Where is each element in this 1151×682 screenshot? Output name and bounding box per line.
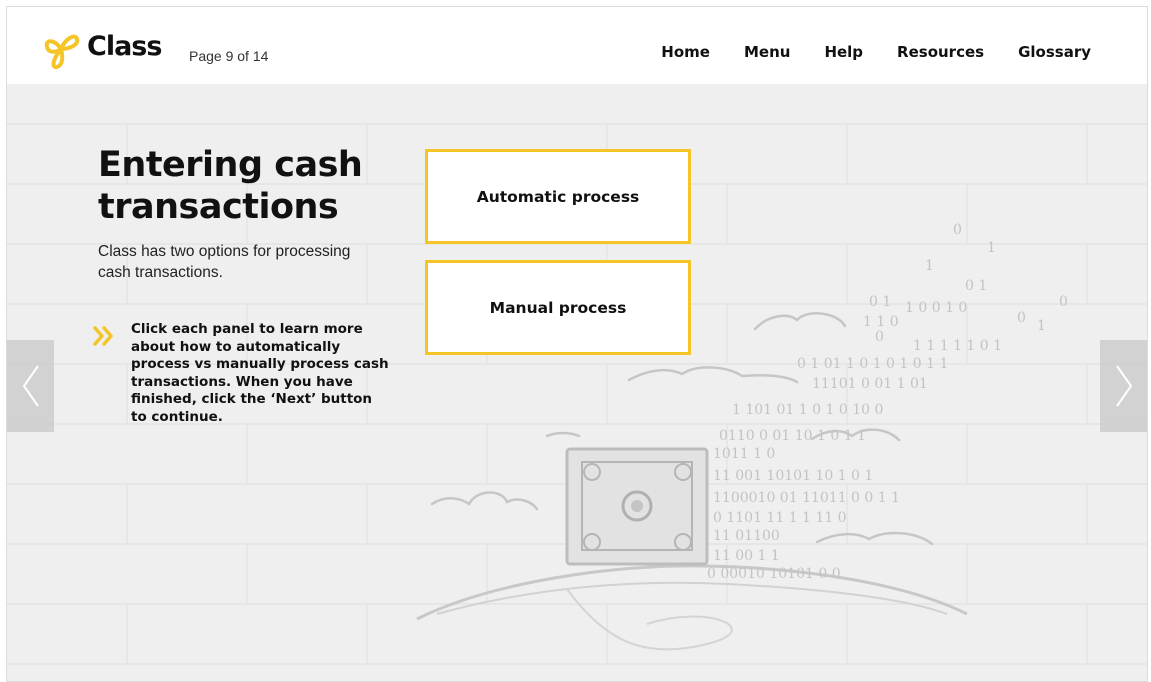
nav-home[interactable]: Home — [661, 43, 710, 61]
binary-digits: 1 0 0 1 0 — [905, 300, 967, 316]
manual-process-panel[interactable]: Manual process — [425, 260, 691, 355]
instruction-text: Click each panel to learn more about how… — [131, 321, 389, 425]
binary-digits: 0 — [1059, 294, 1068, 310]
binary-digits: 0 — [875, 329, 884, 345]
binary-digits: 0110 0 01 10 1 0 1 1 — [719, 428, 866, 444]
nav-resources[interactable]: Resources — [897, 43, 984, 61]
class-logo-icon — [44, 34, 80, 70]
nav-help[interactable]: Help — [824, 43, 863, 61]
binary-digits: 1 — [925, 258, 934, 274]
top-nav: Home Menu Help Resources Glossary — [627, 43, 1091, 61]
logo-text: Class — [87, 30, 162, 62]
manual-process-label: Manual process — [489, 298, 627, 317]
binary-digits: 0 1 — [965, 278, 987, 294]
binary-digits: 0 1101 11 1 1 11 0 — [713, 510, 847, 526]
double-chevron-right-icon — [93, 326, 113, 346]
page-indicator: Page 9 of 14 — [189, 48, 269, 64]
nav-menu[interactable]: Menu — [744, 43, 790, 61]
binary-digits: 0 1 01 1 0 1 0 1 0 1 1 — [797, 356, 948, 372]
automatic-process-panel[interactable]: Automatic process — [425, 149, 691, 244]
binary-digits: 11 001 10101 10 1 0 1 — [713, 468, 873, 484]
binary-digits: 1 — [1037, 318, 1046, 334]
binary-digits: 1 1 1 1 1 0 1 — [913, 338, 1002, 354]
automatic-process-label: Automatic process — [476, 187, 640, 206]
chevron-right-icon — [1115, 365, 1132, 407]
chevron-left-icon — [22, 365, 39, 407]
binary-digits: 0 — [953, 222, 962, 238]
binary-digits: 0 00010 10101 0 0 — [707, 566, 841, 582]
binary-digits: 1 1 0 — [863, 314, 899, 330]
binary-digits: 11 00 1 1 — [713, 548, 780, 564]
previous-button[interactable] — [7, 340, 54, 432]
class-logo: Class — [41, 27, 162, 71]
binary-digits: 1011 1 0 — [713, 446, 775, 462]
binary-digits: 0 — [1017, 310, 1026, 326]
binary-digits: 11 01100 — [713, 528, 780, 544]
intro-text: Class has two options for processing cas… — [98, 243, 351, 281]
binary-digits: 1 101 01 1 0 1 0 10 0 — [732, 402, 883, 418]
binary-digits: 0 1 — [869, 294, 891, 310]
binary-digits: 1100010 01 11011 0 0 1 1 — [713, 490, 900, 506]
page-title: Entering cash transactions — [98, 145, 363, 227]
binary-digits: 1 — [987, 240, 996, 256]
nav-glossary[interactable]: Glossary — [1018, 43, 1091, 61]
next-button[interactable] — [1100, 340, 1147, 432]
content-stage: 0 1 1 0 1 0 1 1 0 0 1 0 0 0 1 1 0 1 0 1 … — [7, 84, 1147, 681]
top-bar: Class Page 9 of 14 Home Menu Help Resour… — [7, 7, 1147, 84]
binary-digits: 11101 0 01 1 01 — [812, 376, 928, 392]
course-frame: Class Page 9 of 14 Home Menu Help Resour… — [6, 6, 1148, 682]
